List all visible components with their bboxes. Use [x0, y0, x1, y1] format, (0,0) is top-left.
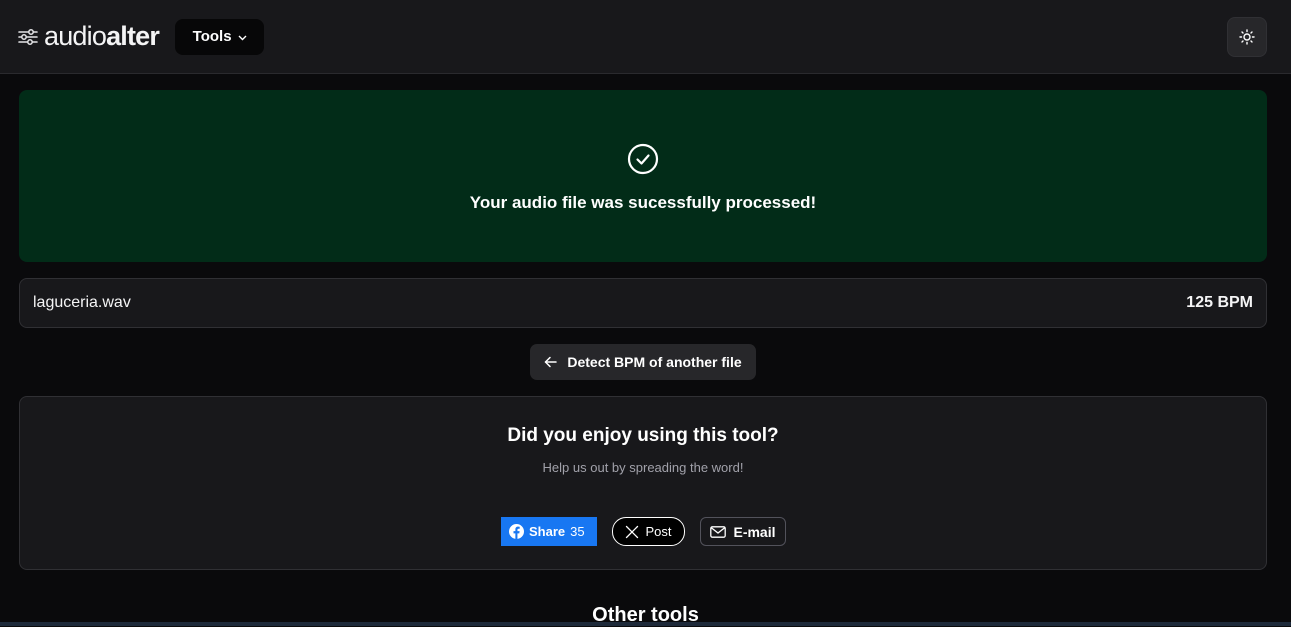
share-card: Did you enjoy using this tool? Help us o…	[19, 396, 1267, 570]
success-banner: Your audio file was sucessfully processe…	[19, 90, 1267, 262]
mail-icon	[710, 525, 727, 538]
logo-text: audioalter	[44, 21, 160, 51]
check-circle-icon	[627, 143, 659, 175]
share-subtitle: Help us out by spreading the word!	[542, 460, 744, 475]
sliders-icon	[18, 28, 38, 45]
bpm-value: 125 BPM	[1186, 294, 1253, 311]
detect-another-file-label: Detect BPM of another file	[567, 354, 742, 370]
email-share-button[interactable]: E-mail	[700, 517, 786, 546]
facebook-icon	[509, 524, 524, 539]
site-logo[interactable]: audioalter	[18, 21, 160, 51]
bottom-divider	[0, 622, 1291, 626]
x-logo-icon	[626, 525, 639, 538]
tools-menu-button[interactable]: Tools	[175, 18, 265, 55]
detect-another-file-button[interactable]: Detect BPM of another file	[530, 344, 756, 380]
site-header: audioalter Tools	[0, 0, 1291, 74]
chevron-down-icon	[238, 35, 247, 40]
x-post-button[interactable]: Post	[612, 517, 685, 546]
facebook-share-label: Share	[529, 524, 566, 539]
tools-menu-label: Tools	[192, 28, 232, 45]
logo-text-bold: alter	[106, 21, 160, 51]
theme-toggle-button[interactable]	[1227, 17, 1267, 57]
result-row: laguceria.wav 125 BPM	[19, 278, 1267, 328]
x-post-label: Post	[645, 524, 672, 539]
sun-icon	[1239, 29, 1255, 45]
share-title: Did you enjoy using this tool?	[507, 425, 779, 446]
file-name: laguceria.wav	[33, 294, 131, 311]
facebook-share-button[interactable]: Share 35	[501, 517, 597, 546]
facebook-share-count: 35	[570, 524, 585, 539]
success-message: Your audio file was sucessfully processe…	[469, 193, 817, 212]
logo-text-light: audio	[44, 21, 107, 51]
arrow-left-icon	[545, 356, 558, 368]
email-share-label: E-mail	[733, 523, 776, 540]
